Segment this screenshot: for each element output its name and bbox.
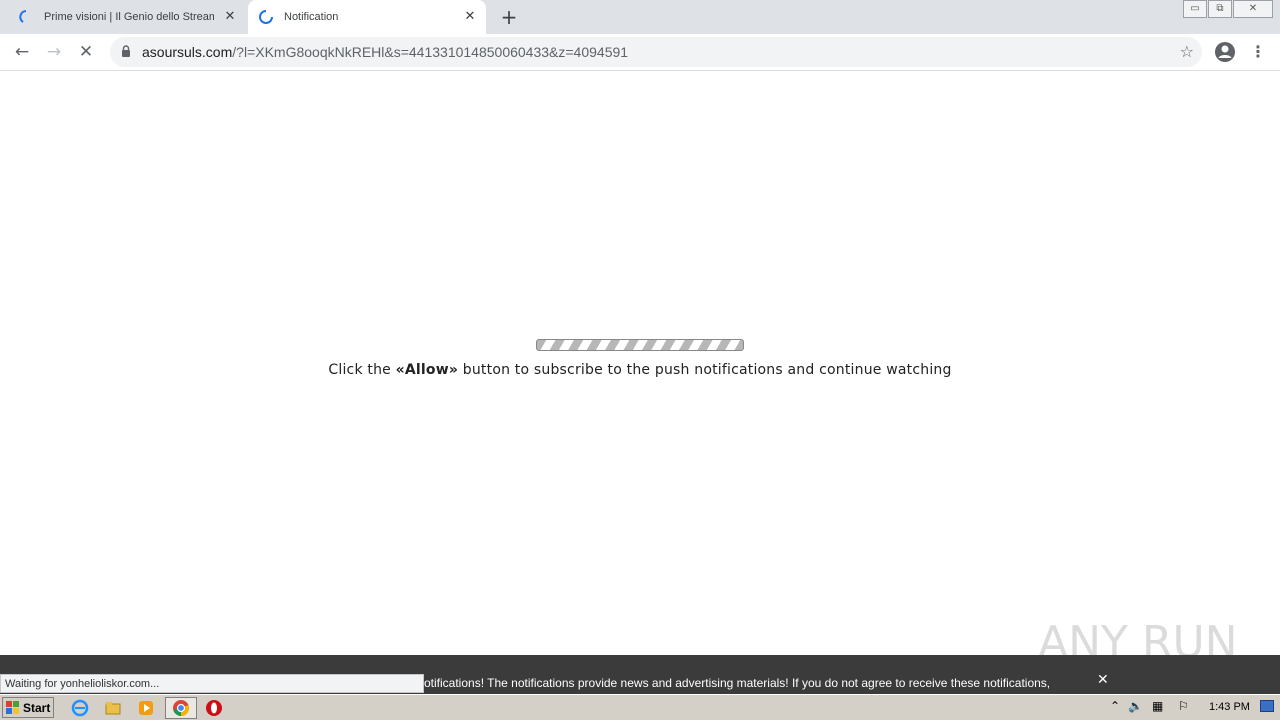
banner-text: otifications! The notifications provide … [424, 676, 1051, 690]
loading-spinner-icon [259, 10, 273, 24]
allow-keyword: «Allow» [395, 362, 459, 378]
minimize-button[interactable]: ▭ [1183, 0, 1207, 18]
url-path: /?l=XKmG8ooqkNkREHl&s=441331014850060433… [232, 44, 629, 60]
windows-logo-icon [6, 700, 19, 714]
loading-icon [19, 10, 27, 23]
windows-taskbar: Start ⌃ 🔈 ▦ ⚐ 1:43 PM [0, 694, 1280, 720]
bookmark-star-icon[interactable]: ☆ [1180, 42, 1194, 61]
close-tab-icon[interactable]: ✕ [462, 9, 478, 25]
profile-avatar-icon[interactable] [1214, 41, 1236, 63]
opera-icon[interactable] [205, 699, 223, 717]
chrome-taskbar-button[interactable] [165, 697, 197, 719]
banner-close-button[interactable]: ✕ [1097, 672, 1109, 688]
message-part: Click the [328, 362, 396, 378]
allow-instruction-text: Click the «Allow» button to subscribe to… [0, 362, 1280, 378]
chrome-icon [173, 700, 190, 717]
status-bubble: Waiting for yonhelioliskor.com... [0, 674, 424, 693]
tab-prime-visioni[interactable]: Prime visioni | Il Genio dello Streaming… [8, 0, 246, 34]
start-label: Start [23, 700, 51, 715]
network-icon[interactable]: ▦ [1152, 699, 1163, 713]
url-host: asoursuls.com [142, 44, 233, 60]
tab-title: Prime visioni | Il Genio dello Streaming [44, 11, 214, 23]
restore-button[interactable]: ⧉ [1208, 0, 1232, 18]
lock-icon [122, 45, 130, 57]
explorer-icon[interactable] [104, 699, 122, 717]
action-center-flag-icon[interactable]: ⚐ [1178, 699, 1189, 713]
tray-expand-icon[interactable]: ⌃ [1110, 699, 1120, 713]
system-tray: ⌃ 🔈 ▦ ⚐ 1:43 PM [1106, 697, 1278, 719]
show-desktop-icon[interactable] [1260, 700, 1274, 712]
tab-notification[interactable]: Notification ✕ [248, 0, 486, 34]
taskbar-clock[interactable]: 1:43 PM [1209, 701, 1250, 713]
media-player-icon[interactable] [137, 699, 155, 717]
tab-strip: Prime visioni | Il Genio dello Streaming… [0, 0, 1280, 34]
back-button[interactable]: ← [11, 42, 33, 64]
volume-icon[interactable]: 🔈 [1128, 699, 1143, 713]
start-button[interactable]: Start [2, 697, 54, 718]
more-menu-icon[interactable]: ⋮ [1250, 41, 1266, 63]
tab-title: Notification [284, 11, 339, 23]
close-tab-icon[interactable]: ✕ [222, 9, 238, 25]
close-window-button[interactable]: ✕ [1233, 0, 1273, 18]
ie-icon[interactable] [71, 699, 89, 717]
loading-progress-bar [536, 339, 744, 351]
message-part: button to subscribe to the push notifica… [458, 362, 952, 378]
new-tab-button[interactable]: + [498, 7, 520, 29]
browser-toolbar: ← → ✕ asoursuls.com/?l=XKmG8ooqkNkREHl&s… [0, 34, 1280, 71]
address-bar[interactable]: asoursuls.com/?l=XKmG8ooqkNkREHl&s=44133… [110, 37, 1202, 67]
stop-loading-button[interactable]: ✕ [75, 42, 97, 64]
forward-button[interactable]: → [43, 42, 65, 64]
url-text: asoursuls.com/?l=XKmG8ooqkNkREHl&s=44133… [142, 44, 628, 60]
